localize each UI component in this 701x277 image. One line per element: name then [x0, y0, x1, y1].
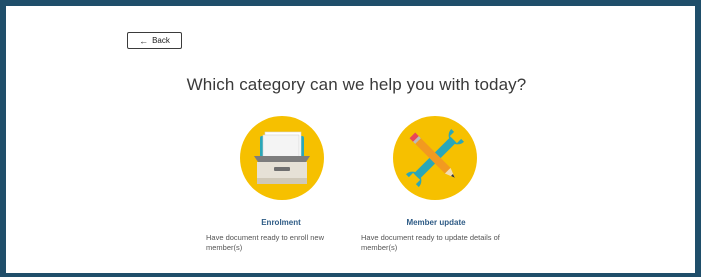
- wrench-pencil-icon: [393, 116, 477, 200]
- option-title: Member update: [406, 218, 466, 227]
- option-description: Have document ready to update details of…: [361, 233, 500, 252]
- back-button[interactable]: ← Back: [127, 32, 182, 49]
- page-title: Which category can we help you with toda…: [186, 75, 527, 94]
- drawer-tray-icon: [240, 116, 324, 200]
- page-frame: ← Back Which category can we help you wi…: [0, 0, 701, 277]
- option-description: Have document ready to enroll new member…: [206, 233, 324, 252]
- back-button-label: Back: [152, 36, 170, 45]
- back-arrow-icon: ←: [139, 35, 149, 46]
- option-title: Enrolment: [261, 218, 301, 227]
